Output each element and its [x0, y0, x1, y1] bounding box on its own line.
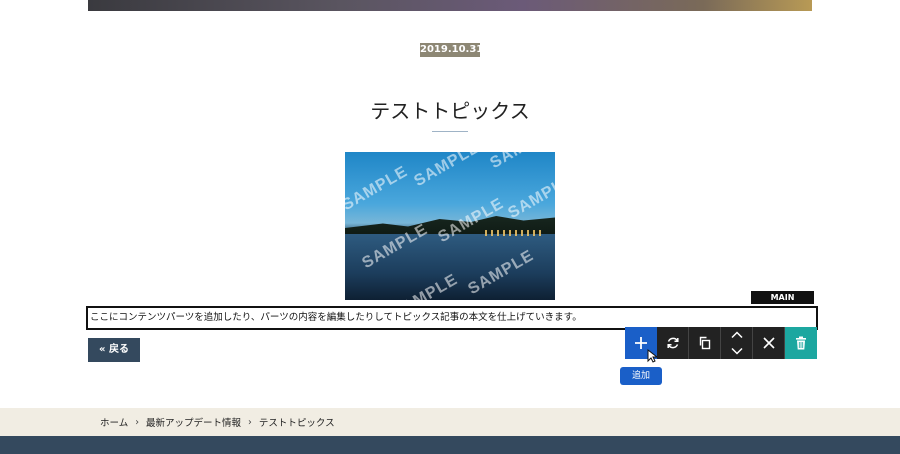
delete-part-button[interactable]: [785, 327, 817, 359]
breadcrumb: ホーム › 最新アップデート情報 › テストトピックス: [100, 408, 335, 436]
mouse-cursor-icon: [647, 349, 657, 363]
breadcrumb-bar: ホーム › 最新アップデート情報 › テストトピックス: [0, 408, 900, 436]
breadcrumb-home-link[interactable]: ホーム: [100, 415, 128, 429]
move-part-controls: [721, 327, 753, 359]
watermark-text: SAMPLE: [345, 163, 411, 215]
add-tooltip: 追加: [620, 367, 662, 385]
chevron-down-icon: [730, 347, 743, 355]
move-down-button[interactable]: [721, 343, 753, 359]
refresh-icon: [666, 337, 679, 349]
image-city-lights: [485, 230, 545, 236]
post-image: SAMPLE SAMPLE SAMPLE SAMPLE SAMPLE SAMPL…: [345, 152, 555, 300]
trash-icon: [796, 336, 806, 350]
copy-part-button[interactable]: [689, 327, 721, 359]
breadcrumb-category-link[interactable]: 最新アップデート情報: [146, 415, 241, 429]
watermark-text: SAMPLE: [411, 152, 483, 191]
breadcrumb-separator: ›: [135, 416, 140, 428]
copy-icon: [699, 336, 710, 350]
site-footer: [0, 436, 900, 454]
breadcrumb-separator: ›: [248, 416, 252, 428]
chevron-up-icon: [730, 331, 743, 339]
close-toolbar-button[interactable]: [753, 327, 785, 359]
move-up-button[interactable]: [721, 327, 753, 343]
hero-image-strip: [88, 0, 812, 11]
close-icon: [762, 337, 775, 349]
breadcrumb-current: テストトピックス: [258, 418, 335, 429]
plus-icon: [635, 337, 647, 349]
post-date-badge: 2019.10.31: [420, 43, 484, 57]
post-title: テストトピックス: [370, 99, 530, 123]
title-underline: [432, 131, 468, 132]
watermark-text: SAMPLE: [487, 152, 555, 173]
watermark-text: SAMPLE: [505, 171, 555, 223]
back-button[interactable]: « 戻る: [88, 338, 140, 362]
main-section-tag: MAIN 1140×25: [751, 291, 814, 315]
replace-part-button[interactable]: [657, 327, 689, 359]
